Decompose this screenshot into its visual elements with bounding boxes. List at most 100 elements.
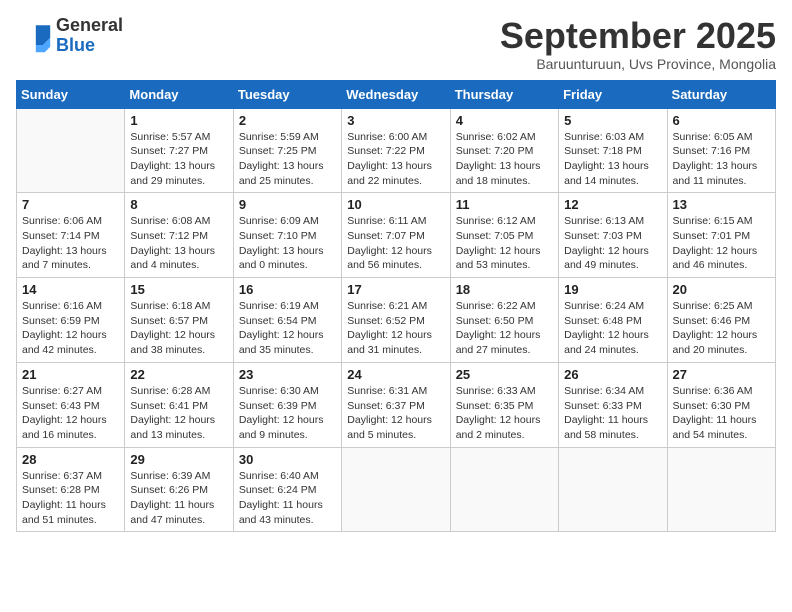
calendar-cell: 8Sunrise: 6:08 AMSunset: 7:12 PMDaylight… xyxy=(125,193,233,278)
header-saturday: Saturday xyxy=(667,80,775,108)
day-info: Sunrise: 6:31 AMSunset: 6:37 PMDaylight:… xyxy=(347,384,444,443)
day-info: Sunrise: 6:36 AMSunset: 6:30 PMDaylight:… xyxy=(673,384,770,443)
day-number: 5 xyxy=(564,113,661,128)
day-number: 22 xyxy=(130,367,227,382)
header-monday: Monday xyxy=(125,80,233,108)
logo-text: General Blue xyxy=(56,16,123,56)
day-info: Sunrise: 6:39 AMSunset: 6:26 PMDaylight:… xyxy=(130,469,227,528)
calendar-week-3: 14 Sunrise: 6:16 AMSunset: 6:59 PMDayligh… xyxy=(17,278,776,363)
day-number: 13 xyxy=(673,197,770,212)
day-info: Sunrise: 6:33 AMSunset: 6:35 PMDaylight:… xyxy=(456,384,553,443)
header-friday: Friday xyxy=(559,80,667,108)
calendar-cell: 26Sunrise: 6:34 AMSunset: 6:33 PMDayligh… xyxy=(559,362,667,447)
header: General Blue September 2025 Baruunturuun… xyxy=(16,16,776,72)
calendar-cell: 15 Sunrise: 6:18 AMSunset: 6:57 PMDayligh… xyxy=(125,278,233,363)
calendar-cell: 12Sunrise: 6:13 AMSunset: 7:03 PMDayligh… xyxy=(559,193,667,278)
calendar-cell: 10 Sunrise: 6:11 AMSunset: 7:07 PMDayligh… xyxy=(342,193,450,278)
day-number: 9 xyxy=(239,197,336,212)
day-number: 14 xyxy=(22,282,119,297)
calendar-cell: 25 Sunrise: 6:33 AMSunset: 6:35 PMDayligh… xyxy=(450,362,558,447)
day-number: 30 xyxy=(239,452,336,467)
day-info: Sunrise: 6:18 AMSunset: 6:57 PMDaylight:… xyxy=(130,299,227,358)
day-number: 18 xyxy=(456,282,553,297)
day-number: 21 xyxy=(22,367,119,382)
calendar-cell xyxy=(667,447,775,532)
day-number: 10 xyxy=(347,197,444,212)
logo: General Blue xyxy=(16,16,123,56)
day-number: 2 xyxy=(239,113,336,128)
day-info: Sunrise: 6:22 AMSunset: 6:50 PMDaylight:… xyxy=(456,299,553,358)
calendar-cell: 6 Sunrise: 6:05 AMSunset: 7:16 PMDaylight… xyxy=(667,108,775,193)
calendar-cell: 30 Sunrise: 6:40 AMSunset: 6:24 PMDayligh… xyxy=(233,447,341,532)
day-number: 26 xyxy=(564,367,661,382)
day-info: Sunrise: 6:27 AMSunset: 6:43 PMDaylight:… xyxy=(22,384,119,443)
calendar-cell: 13 Sunrise: 6:15 AMSunset: 7:01 PMDayligh… xyxy=(667,193,775,278)
calendar-cell xyxy=(342,447,450,532)
day-info: Sunrise: 6:15 AMSunset: 7:01 PMDaylight:… xyxy=(673,214,770,273)
header-sunday: Sunday xyxy=(17,80,125,108)
day-number: 23 xyxy=(239,367,336,382)
calendar-header-row: SundayMondayTuesdayWednesdayThursdayFrid… xyxy=(17,80,776,108)
location: Baruunturuun, Uvs Province, Mongolia xyxy=(500,56,776,72)
day-info: Sunrise: 5:59 AMSunset: 7:25 PMDaylight:… xyxy=(239,130,336,189)
calendar-cell: 14 Sunrise: 6:16 AMSunset: 6:59 PMDayligh… xyxy=(17,278,125,363)
calendar-week-1: 1Sunrise: 5:57 AMSunset: 7:27 PMDaylight… xyxy=(17,108,776,193)
day-number: 15 xyxy=(130,282,227,297)
day-info: Sunrise: 6:40 AMSunset: 6:24 PMDaylight:… xyxy=(239,469,336,528)
day-info: Sunrise: 6:12 AMSunset: 7:05 PMDaylight:… xyxy=(456,214,553,273)
day-info: Sunrise: 6:37 AMSunset: 6:28 PMDaylight:… xyxy=(22,469,119,528)
calendar-cell: 20 Sunrise: 6:25 AMSunset: 6:46 PMDayligh… xyxy=(667,278,775,363)
day-number: 24 xyxy=(347,367,444,382)
calendar-cell: 24 Sunrise: 6:31 AMSunset: 6:37 PMDayligh… xyxy=(342,362,450,447)
calendar-cell: 5 Sunrise: 6:03 AMSunset: 7:18 PMDaylight… xyxy=(559,108,667,193)
day-number: 7 xyxy=(22,197,119,212)
day-number: 12 xyxy=(564,197,661,212)
header-wednesday: Wednesday xyxy=(342,80,450,108)
calendar-cell: 29 Sunrise: 6:39 AMSunset: 6:26 PMDayligh… xyxy=(125,447,233,532)
day-number: 27 xyxy=(673,367,770,382)
day-info: Sunrise: 6:28 AMSunset: 6:41 PMDaylight:… xyxy=(130,384,227,443)
day-info: Sunrise: 6:03 AMSunset: 7:18 PMDaylight:… xyxy=(564,130,661,189)
day-number: 20 xyxy=(673,282,770,297)
day-info: Sunrise: 6:24 AMSunset: 6:48 PMDaylight:… xyxy=(564,299,661,358)
calendar-cell: 7Sunrise: 6:06 AMSunset: 7:14 PMDaylight… xyxy=(17,193,125,278)
calendar-cell xyxy=(17,108,125,193)
calendar-cell: 19 Sunrise: 6:24 AMSunset: 6:48 PMDayligh… xyxy=(559,278,667,363)
header-tuesday: Tuesday xyxy=(233,80,341,108)
day-number: 28 xyxy=(22,452,119,467)
day-number: 8 xyxy=(130,197,227,212)
day-info: Sunrise: 6:05 AMSunset: 7:16 PMDaylight:… xyxy=(673,130,770,189)
day-info: Sunrise: 6:09 AMSunset: 7:10 PMDaylight:… xyxy=(239,214,336,273)
month-title: September 2025 xyxy=(500,16,776,56)
day-info: Sunrise: 6:11 AMSunset: 7:07 PMDaylight:… xyxy=(347,214,444,273)
day-number: 1 xyxy=(130,113,227,128)
day-info: Sunrise: 6:16 AMSunset: 6:59 PMDaylight:… xyxy=(22,299,119,358)
title-area: September 2025 Baruunturuun, Uvs Provinc… xyxy=(500,16,776,72)
calendar-week-4: 21 Sunrise: 6:27 AMSunset: 6:43 PMDayligh… xyxy=(17,362,776,447)
day-number: 6 xyxy=(673,113,770,128)
day-number: 29 xyxy=(130,452,227,467)
day-info: Sunrise: 6:21 AMSunset: 6:52 PMDaylight:… xyxy=(347,299,444,358)
day-number: 11 xyxy=(456,197,553,212)
day-number: 3 xyxy=(347,113,444,128)
calendar-cell: 27 Sunrise: 6:36 AMSunset: 6:30 PMDayligh… xyxy=(667,362,775,447)
calendar-cell: 16Sunrise: 6:19 AMSunset: 6:54 PMDayligh… xyxy=(233,278,341,363)
calendar-cell: 22 Sunrise: 6:28 AMSunset: 6:41 PMDayligh… xyxy=(125,362,233,447)
day-info: Sunrise: 6:00 AMSunset: 7:22 PMDaylight:… xyxy=(347,130,444,189)
calendar-cell: 4Sunrise: 6:02 AMSunset: 7:20 PMDaylight… xyxy=(450,108,558,193)
calendar-cell: 11 Sunrise: 6:12 AMSunset: 7:05 PMDayligh… xyxy=(450,193,558,278)
calendar-week-5: 28 Sunrise: 6:37 AMSunset: 6:28 PMDayligh… xyxy=(17,447,776,532)
day-info: Sunrise: 6:19 AMSunset: 6:54 PMDaylight:… xyxy=(239,299,336,358)
calendar-cell: 1Sunrise: 5:57 AMSunset: 7:27 PMDaylight… xyxy=(125,108,233,193)
day-info: Sunrise: 6:25 AMSunset: 6:46 PMDaylight:… xyxy=(673,299,770,358)
calendar-cell xyxy=(559,447,667,532)
day-info: Sunrise: 6:30 AMSunset: 6:39 PMDaylight:… xyxy=(239,384,336,443)
day-number: 19 xyxy=(564,282,661,297)
calendar-cell: 17Sunrise: 6:21 AMSunset: 6:52 PMDayligh… xyxy=(342,278,450,363)
day-number: 25 xyxy=(456,367,553,382)
calendar-cell: 3 Sunrise: 6:00 AMSunset: 7:22 PMDaylight… xyxy=(342,108,450,193)
header-thursday: Thursday xyxy=(450,80,558,108)
day-number: 4 xyxy=(456,113,553,128)
calendar-cell: 9 Sunrise: 6:09 AMSunset: 7:10 PMDaylight… xyxy=(233,193,341,278)
calendar-cell xyxy=(450,447,558,532)
